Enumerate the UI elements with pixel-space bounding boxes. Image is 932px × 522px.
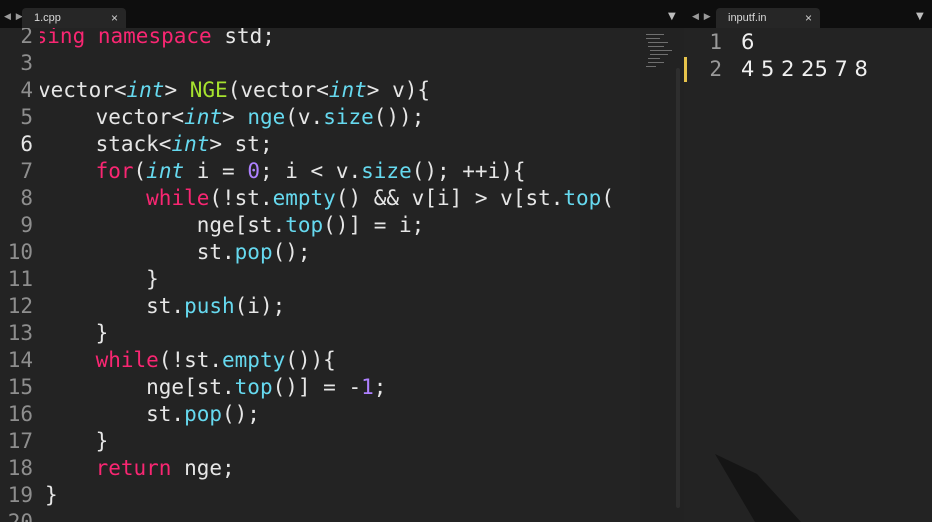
close-icon[interactable]: ×	[805, 11, 812, 25]
tab-nav-arrows[interactable]: ◀ ▶	[4, 12, 24, 22]
code-line: using namespace std;	[40, 28, 275, 50]
line-number: 16	[7, 402, 33, 426]
left-tab-bar: ◀ ▶ 1.cpp × ▼	[0, 0, 684, 28]
code-token: for	[95, 159, 134, 183]
minimap-line	[648, 42, 668, 43]
code-line: nge[st.top()] = -1;	[45, 375, 387, 399]
line-number: 15	[7, 375, 33, 399]
line-number: 2	[20, 28, 33, 48]
code-token: pop	[234, 240, 273, 264]
code-token: top	[563, 186, 602, 210]
code-token: pop	[184, 402, 223, 426]
line-number: 7	[20, 159, 33, 183]
code-token: NGE	[189, 78, 228, 102]
code-token: int	[171, 132, 210, 156]
chevron-down-icon[interactable]: ▼	[668, 11, 676, 22]
input-line: 4 5 2 25 7 8	[741, 57, 868, 81]
code-token: int	[184, 105, 223, 129]
code-line: }	[45, 267, 159, 291]
tab-1cpp[interactable]: 1.cpp ×	[22, 8, 126, 28]
code-token: push	[184, 294, 235, 318]
code-token: while	[146, 186, 210, 210]
code-line: while(!st.empty()){	[95, 348, 336, 372]
vertical-scrollbar[interactable]	[676, 68, 680, 508]
code-line: st.push(i);	[45, 294, 286, 318]
chevron-down-icon[interactable]: ▼	[916, 11, 924, 22]
line-number-current: 6	[20, 132, 33, 156]
line-number: 14	[7, 348, 33, 372]
window-shadow-icon	[715, 454, 801, 522]
tab-label: 1.cpp	[34, 12, 61, 24]
line-number: 18	[7, 456, 33, 480]
code-token: while	[95, 348, 159, 372]
input-line: 6	[741, 30, 755, 54]
line-number-gutter: 2 3 4 5 6 7 8 9 10 11 12 13 14 15 16 17 …	[0, 28, 40, 522]
code-token: size	[361, 159, 412, 183]
line-number: 2	[709, 57, 722, 81]
minimap-line	[646, 66, 656, 67]
line-number: 5	[20, 105, 33, 129]
line-number: 12	[7, 294, 33, 318]
minimap-line	[650, 50, 672, 51]
code-line: vector<int> nge(v.size());	[45, 105, 425, 129]
code-token: return	[95, 456, 172, 480]
code-token: using	[40, 28, 86, 48]
code-token: empty	[222, 348, 286, 372]
tab-nav-arrows[interactable]: ◀ ▶	[692, 12, 712, 22]
code-token: size	[323, 105, 374, 129]
minimap-line	[646, 34, 664, 35]
code-token: namespace	[97, 28, 212, 48]
code-line: st.pop();	[45, 240, 311, 264]
line-number: 8	[20, 186, 33, 210]
line-number: 10	[7, 240, 33, 264]
code-line: nge[st.top()] = i;	[45, 213, 425, 237]
line-number: 17	[7, 429, 33, 453]
code-text-area[interactable]: using namespace std; vector<int> NGE(vect…	[40, 28, 640, 522]
code-line: }	[45, 429, 109, 453]
code-line: while(!st.empty() && v[i] > v[st.top(	[146, 186, 614, 210]
line-number: 4	[20, 78, 33, 102]
code-editor[interactable]: 2 3 4 5 6 7 8 9 10 11 12 13 14 15 16 17 …	[0, 28, 684, 522]
minimap-line	[648, 58, 660, 59]
code-line: return nge;	[95, 456, 235, 480]
code-token: top	[285, 213, 324, 237]
code-line: stack<int> st;	[45, 132, 273, 156]
code-line: }	[45, 483, 58, 507]
line-number: 1	[709, 30, 722, 54]
line-number: 9	[20, 213, 33, 237]
code-line: }	[45, 321, 109, 345]
line-number: 20	[7, 510, 33, 522]
code-token: empty	[272, 186, 336, 210]
code-token: int	[126, 78, 165, 102]
close-icon[interactable]: ×	[111, 11, 118, 25]
code-token: int	[146, 159, 185, 183]
code-token: 0	[247, 159, 260, 183]
tab-inputf[interactable]: inputf.in ×	[716, 8, 820, 28]
code-token: int	[328, 78, 367, 102]
minimap-line	[648, 62, 664, 63]
line-number: 19	[7, 483, 33, 507]
code-line: for(int i = 0; i < v.size(); ++i){	[95, 159, 526, 183]
tab-label: inputf.in	[728, 12, 767, 24]
code-token: nge	[247, 105, 286, 129]
minimap-line	[646, 38, 660, 39]
code-token: 1	[361, 375, 374, 399]
right-tab-bar: ◀ ▶ inputf.in × ▼	[684, 0, 932, 28]
line-number-gutter: 1 2	[684, 28, 724, 522]
code-token: top	[234, 375, 273, 399]
minimap-line	[650, 54, 668, 55]
minimap-line	[648, 46, 664, 47]
line-number: 3	[20, 51, 33, 75]
code-line: vector<int> NGE(vector<int> v){	[40, 78, 430, 102]
line-number: 13	[7, 321, 33, 345]
line-number: 11	[7, 267, 33, 291]
input-file-editor[interactable]: 1 2 6 4 5 2 25 7 8	[684, 28, 932, 522]
code-line: st.pop();	[45, 402, 260, 426]
